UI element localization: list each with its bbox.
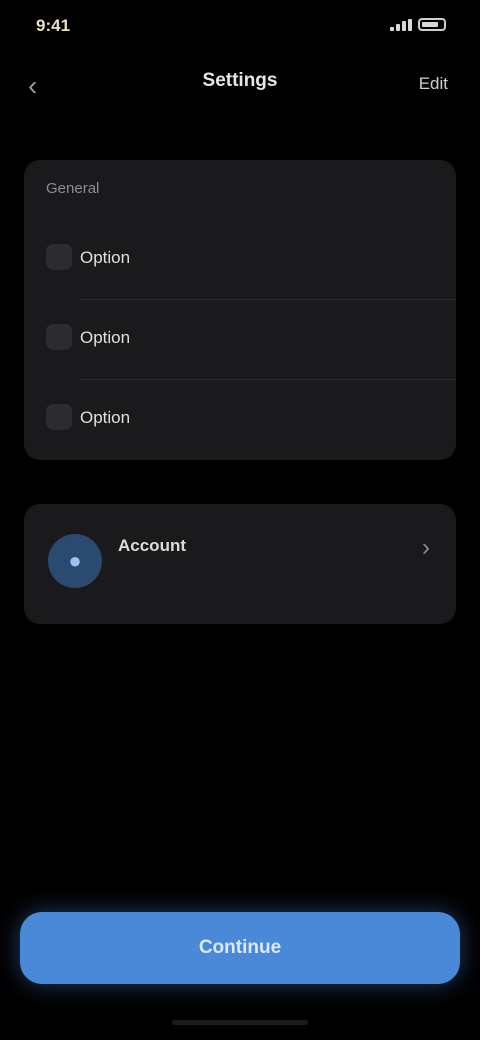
status-bar: 9:41	[0, 0, 480, 56]
battery-icon	[418, 18, 446, 31]
row-label: Option	[80, 248, 131, 267]
row-icon	[46, 404, 72, 430]
avatar-glyph: ●	[68, 548, 82, 573]
row-icon	[46, 324, 72, 350]
page-title: Settings	[202, 70, 278, 91]
settings-row-3[interactable]: Option	[24, 380, 456, 460]
section-header: General	[46, 180, 100, 197]
status-icons	[390, 18, 446, 31]
settings-row-1[interactable]: Option	[24, 220, 456, 300]
edit-button[interactable]: Edit	[419, 74, 448, 94]
nav-bar: ‹ Settings Edit	[0, 56, 480, 116]
signal-icon	[390, 18, 412, 31]
home-indicator	[172, 1020, 308, 1025]
account-name: Account	[118, 536, 186, 555]
settings-row-2[interactable]: Option	[24, 300, 456, 380]
chevron-right-icon: ›	[422, 534, 430, 561]
account-card[interactable]: ● Account ›	[24, 504, 456, 624]
row-label: Option	[80, 328, 131, 347]
settings-section-card: General Option Option Option	[24, 160, 456, 460]
user-icon: ●	[48, 534, 102, 588]
status-time: 9:41	[36, 16, 71, 35]
continue-button[interactable]: Continue	[20, 912, 460, 984]
row-label: Option	[80, 408, 131, 427]
row-icon	[46, 244, 72, 270]
